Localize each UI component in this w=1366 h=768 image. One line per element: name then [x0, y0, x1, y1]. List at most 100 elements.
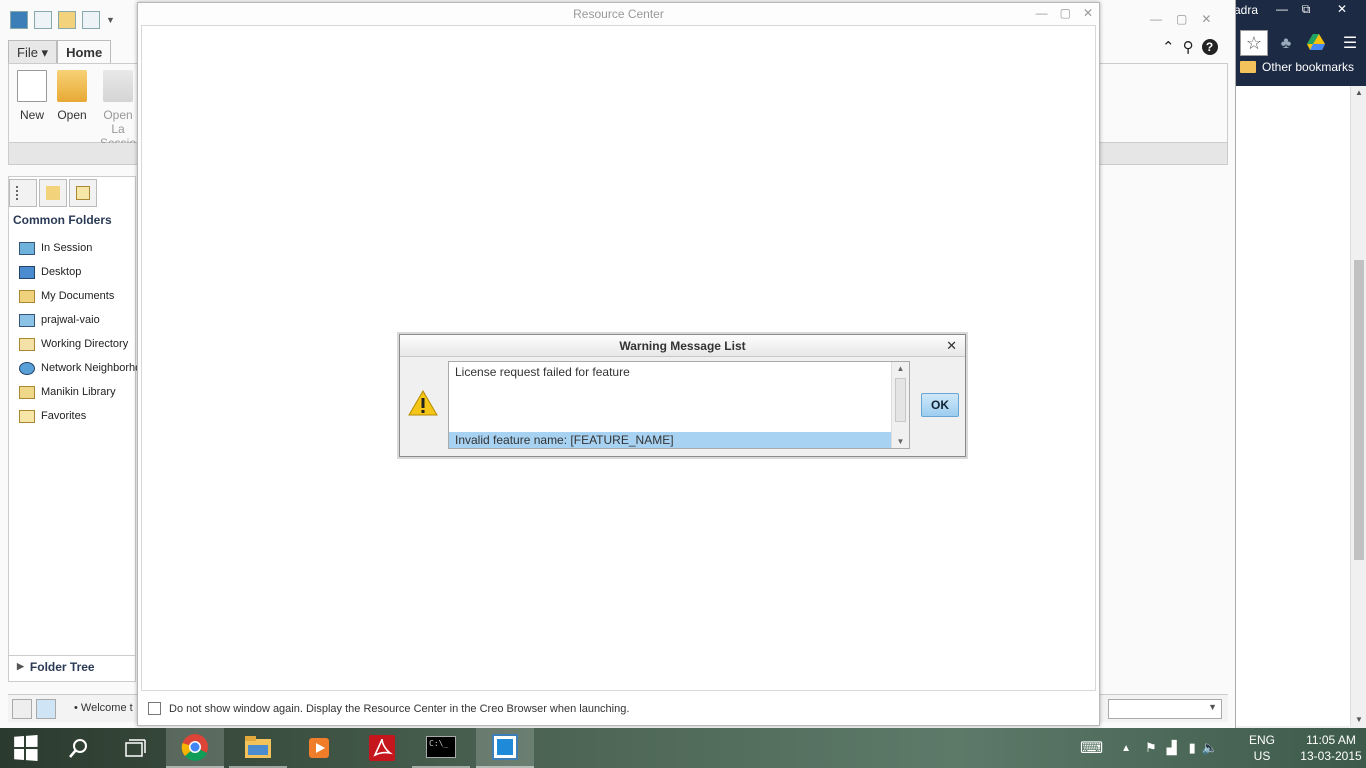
open-folder-icon	[57, 70, 87, 102]
open-button[interactable]: Open	[49, 70, 95, 122]
clock[interactable]: 11:05 AM 13-03-2015	[1296, 732, 1366, 764]
creo-minimize-button[interactable]: —	[1150, 12, 1162, 26]
start-button[interactable]	[0, 728, 50, 768]
ok-button[interactable]: OK	[921, 393, 959, 417]
creo-maximize-button[interactable]: ▢	[1176, 12, 1187, 26]
folder-item-desktop[interactable]: Desktop	[19, 263, 137, 281]
scrollbar-thumb[interactable]	[895, 378, 906, 422]
library-icon	[19, 385, 35, 399]
taskbar-acrobat[interactable]	[353, 728, 411, 768]
chrome-icon	[181, 734, 208, 761]
google-drive-icon[interactable]	[1306, 34, 1326, 54]
message-line[interactable]: License request failed for feature	[449, 364, 891, 380]
folder-icon	[245, 736, 271, 758]
folder-item-working-directory[interactable]: Working Directory	[19, 335, 137, 353]
action-center-flag-icon[interactable]: ⚑	[1145, 740, 1157, 756]
folder-label: Working Directory	[41, 338, 129, 350]
qat-windows-icon[interactable]	[82, 11, 100, 29]
folder-item-my-documents[interactable]: My Documents	[19, 287, 137, 305]
scroll-down-icon[interactable]: ▼	[1351, 715, 1366, 724]
chrome-scrollbar[interactable]: ▲ ▼	[1350, 86, 1366, 726]
folder-label: In Session	[41, 242, 93, 254]
tab-file[interactable]: File ▾	[8, 40, 58, 64]
status-message-text: Welcome t	[80, 702, 133, 714]
terminal-icon: C:\_	[426, 736, 456, 758]
folder-tree-label: Folder Tree	[29, 659, 95, 674]
search-button[interactable]	[52, 728, 106, 768]
system-tray: ⌨ ▲ ⚑ ▟ ▮ 🔈	[1080, 728, 1218, 768]
rc-close-button[interactable]: ✕	[1083, 6, 1093, 20]
creo-close-button[interactable]: ✕	[1201, 12, 1211, 26]
dont-show-again-checkbox[interactable]	[148, 702, 161, 715]
chrome-menu-icon[interactable]: ☰	[1340, 34, 1360, 54]
rc-maximize-button[interactable]: ▢	[1060, 6, 1071, 20]
tab-home[interactable]: Home	[57, 40, 112, 64]
pdf-icon	[369, 735, 395, 761]
filter-select[interactable]: ▼	[1108, 699, 1222, 719]
network-signal-icon[interactable]: ▟	[1167, 740, 1177, 756]
folder-item-computer[interactable]: prajwal-vaio	[19, 311, 137, 329]
open-last-label-1: Open La	[103, 108, 133, 136]
toggle-browser-icon[interactable]	[36, 699, 56, 719]
taskbar-creo[interactable]	[476, 728, 534, 768]
qat-dropdown-icon[interactable]: ▼	[106, 15, 115, 25]
bookmark-star-icon[interactable]: ☆	[1240, 30, 1268, 56]
folder-item-favorites[interactable]: Favorites	[19, 407, 137, 425]
message-list-scrollbar[interactable]: ▲ ▼	[891, 362, 909, 448]
message-list[interactable]: License request failed for feature Inval…	[448, 361, 910, 449]
windows-logo-icon	[14, 735, 38, 761]
help-icon[interactable]: ?	[1201, 39, 1218, 55]
chrome-restore-button[interactable]: ⧉	[1296, 0, 1316, 18]
taskbar: C:\_ ⌨ ▲ ⚑ ▟ ▮ 🔈 ENG US 11:05 AM 13-03-2…	[0, 728, 1366, 768]
toggle-navigator-icon[interactable]	[12, 699, 32, 719]
other-bookmarks[interactable]: Other bookmarks	[1240, 60, 1354, 74]
model-tree-tab[interactable]	[9, 179, 37, 207]
network-icon	[19, 361, 35, 375]
task-view-button[interactable]	[108, 728, 162, 768]
taskbar-chrome[interactable]	[166, 728, 224, 768]
warning-dialog: Warning Message List ✕ License request f…	[399, 334, 966, 457]
extension-icon[interactable]: ♣	[1276, 34, 1296, 54]
volume-icon[interactable]: 🔈	[1202, 740, 1218, 756]
chrome-minimize-button[interactable]: —	[1272, 0, 1292, 18]
dont-show-again-label: Do not show window again. Display the Re…	[169, 702, 630, 715]
app-icon[interactable]	[10, 11, 28, 29]
monitor-icon	[19, 241, 35, 255]
rc-window-controls: — ▢ ✕	[1036, 6, 1093, 20]
dont-show-again[interactable]: Do not show window again. Display the Re…	[148, 702, 629, 715]
folder-label: Manikin Library	[41, 386, 116, 398]
qat-open-icon[interactable]	[58, 11, 76, 29]
region-code: US	[1253, 749, 1271, 763]
new-button-label: New	[19, 108, 44, 122]
ribbon-help-area: ⌃ ⚲ ?	[1162, 38, 1218, 56]
folder-item-in-session[interactable]: In Session	[19, 239, 137, 257]
keyboard-icon[interactable]: ⌨	[1080, 738, 1103, 758]
taskbar-command-prompt[interactable]: C:\_	[412, 728, 470, 768]
search-icon[interactable]: ⚲	[1183, 38, 1194, 56]
rc-minimize-button[interactable]: —	[1036, 6, 1048, 20]
favorites-tab[interactable]	[69, 179, 97, 207]
battery-icon[interactable]: ▮	[1189, 740, 1196, 756]
folder-label: Favorites	[41, 410, 87, 422]
scrollbar-thumb[interactable]	[1354, 260, 1364, 560]
folder-browser-tab[interactable]	[39, 179, 67, 207]
folder-item-network[interactable]: Network Neighborhood	[19, 359, 137, 377]
dialog-title: Warning Message List	[400, 335, 965, 357]
taskbar-media-player[interactable]	[290, 728, 348, 768]
show-hidden-icons-icon[interactable]: ▲	[1121, 743, 1131, 754]
scroll-up-icon[interactable]: ▲	[892, 364, 909, 373]
scroll-up-icon[interactable]: ▲	[1351, 88, 1366, 97]
collapse-ribbon-icon[interactable]: ⌃	[1162, 38, 1175, 56]
folder-item-manikin-library[interactable]: Manikin Library	[19, 383, 137, 401]
folder-tree-toggle[interactable]: ▶ Folder Tree	[9, 655, 135, 677]
chrome-title-fragment: adra	[1234, 3, 1259, 17]
dialog-close-button[interactable]: ✕	[946, 338, 957, 354]
qat-new-icon[interactable]	[34, 11, 52, 29]
language-indicator[interactable]: ENG US	[1248, 732, 1276, 764]
chrome-close-button[interactable]: ✕	[1330, 0, 1354, 18]
status-message: • Welcome t	[74, 702, 133, 714]
message-line-selected[interactable]: Invalid feature name: [FEATURE_NAME]	[449, 432, 891, 448]
open-last-session-button[interactable]: Open La Sessio	[95, 70, 141, 150]
scroll-down-icon[interactable]: ▼	[892, 437, 909, 446]
taskbar-file-explorer[interactable]	[229, 728, 287, 768]
